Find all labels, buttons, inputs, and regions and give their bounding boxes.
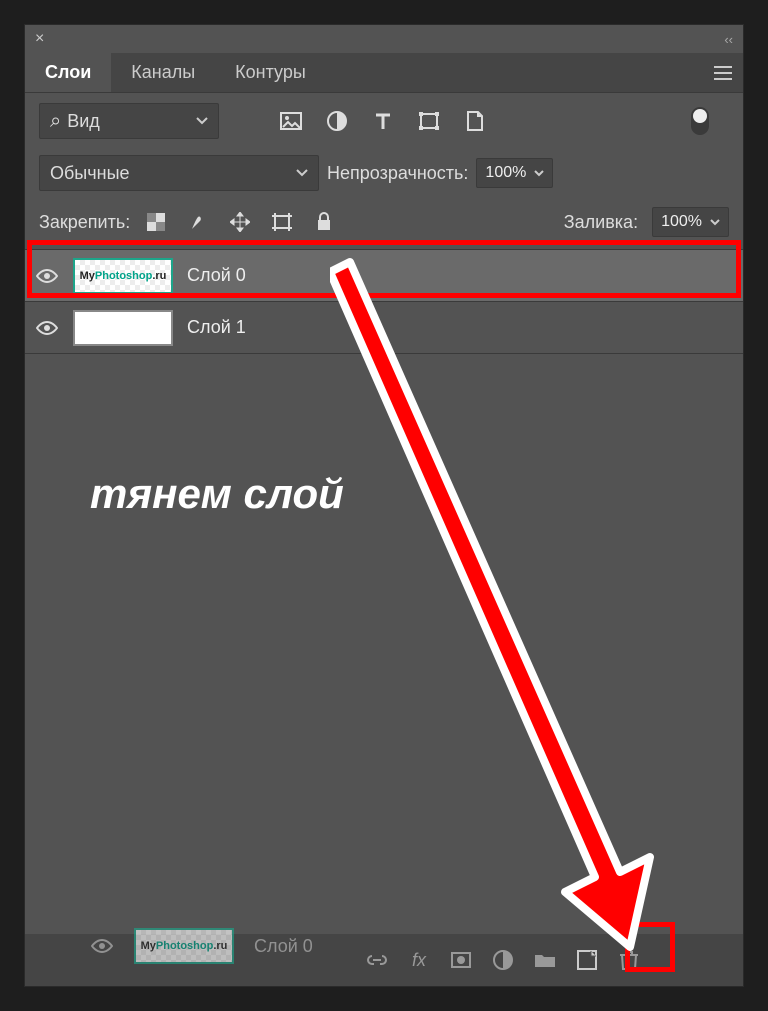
blend-opacity-row: Обычные Непрозрачность: 100% [25, 149, 743, 201]
lock-label: Закрепить: [39, 212, 130, 233]
new-layer-icon[interactable] [575, 948, 599, 972]
fill-value: 100% [661, 213, 702, 231]
image-icon[interactable] [279, 109, 303, 133]
mask-icon[interactable] [449, 948, 473, 972]
panel-tabs: Слои Каналы Контуры [25, 53, 743, 93]
filter-toolbar: ⌕ Вид [25, 93, 743, 149]
close-icon[interactable]: × [35, 30, 44, 48]
blend-mode-label: Обычные [50, 163, 130, 184]
shape-icon[interactable] [417, 109, 441, 133]
lock-icons [144, 210, 336, 234]
layers-list: MyPhotoshop.ru Слой 0 Слой 1 [25, 250, 743, 354]
smartobject-icon[interactable] [463, 109, 487, 133]
tab-channels[interactable]: Каналы [111, 53, 215, 92]
lock-transparency-icon[interactable] [144, 210, 168, 234]
lock-pixels-icon[interactable] [186, 210, 210, 234]
visibility-icon[interactable] [35, 269, 59, 283]
chevron-down-icon [526, 170, 544, 177]
adjustment-icon[interactable] [325, 109, 349, 133]
fill-label: Заливка: [564, 212, 638, 233]
layer-row[interactable]: Слой 1 [25, 302, 743, 354]
lock-artboard-icon[interactable] [270, 210, 294, 234]
tab-paths[interactable]: Контуры [215, 53, 326, 92]
filter-type-label: Вид [67, 111, 100, 132]
adjustment-layer-icon[interactable] [491, 948, 515, 972]
filter-icons [279, 109, 487, 133]
chevron-down-icon [196, 117, 208, 125]
layer-thumbnail[interactable] [73, 310, 173, 346]
lock-position-icon[interactable] [228, 210, 252, 234]
layer-name[interactable]: Слой 1 [187, 317, 246, 338]
tab-layers[interactable]: Слои [25, 53, 111, 92]
panel-titlebar: × ‹‹ [25, 25, 743, 53]
lock-row: Закрепить: Заливка: 100% [25, 201, 743, 250]
blend-mode-dropdown[interactable]: Обычные [39, 155, 319, 191]
collapse-icon[interactable]: ‹‹ [724, 32, 733, 47]
opacity-value: 100% [485, 164, 526, 182]
panel-menu-icon[interactable] [703, 53, 743, 92]
search-icon: ⌕ [50, 110, 61, 133]
lock-all-icon[interactable] [312, 210, 336, 234]
filter-toggle[interactable] [691, 107, 709, 135]
visibility-icon[interactable] [35, 321, 59, 335]
layer-row[interactable]: MyPhotoshop.ru Слой 0 [25, 250, 743, 302]
thumbnail-watermark: MyPhotoshop.ru [75, 260, 171, 292]
opacity-label: Непрозрачность: [327, 163, 468, 184]
fill-input[interactable]: 100% [652, 207, 729, 237]
fx-icon[interactable]: fx [407, 948, 431, 972]
link-icon[interactable] [365, 948, 389, 972]
panel-footer: fx [25, 934, 743, 986]
layers-panel: × ‹‹ Слои Каналы Контуры ⌕ Вид Обычные [24, 24, 744, 987]
opacity-input[interactable]: 100% [476, 158, 553, 188]
trash-icon[interactable] [617, 948, 641, 972]
type-icon[interactable] [371, 109, 395, 133]
filter-type-dropdown[interactable]: ⌕ Вид [39, 103, 219, 139]
layer-thumbnail[interactable]: MyPhotoshop.ru [73, 258, 173, 294]
chevron-down-icon [296, 169, 308, 177]
chevron-down-icon [702, 219, 720, 226]
layer-name[interactable]: Слой 0 [187, 265, 246, 286]
group-icon[interactable] [533, 948, 557, 972]
